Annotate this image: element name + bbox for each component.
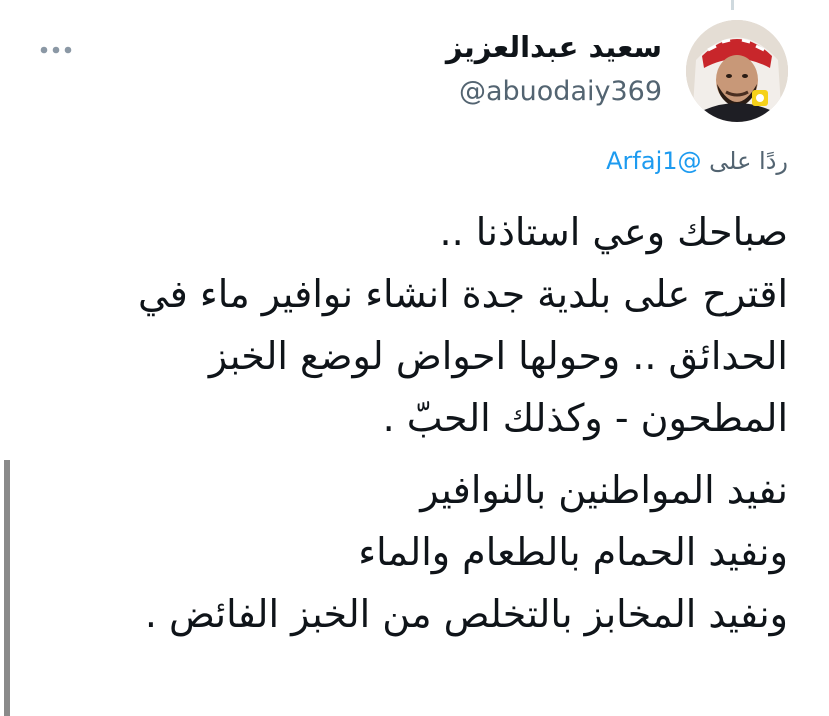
tweet-line: ونفيد المخابز بالتخلص من الخبز الفائض . [144,592,788,636]
more-horizontal-icon[interactable] [38,40,74,60]
author-handle[interactable]: @abuodaiy369 [459,76,662,107]
left-edge-bar [4,460,10,716]
author-display-name[interactable]: سعيد عبدالعزيز [446,30,662,64]
profile-photo-icon [686,20,788,122]
tweet-paragraph: نفيد المواطنين بالنوافير ونفيد الحمام با… [98,459,788,645]
tweet-line: نفيد المواطنين بالنوافير [420,468,788,512]
avatar[interactable] [686,20,788,122]
tweet-line: صباحك وعي استاذنا .. [439,210,788,254]
replying-to: ردًا على @Arfaj1 [606,147,788,175]
tweet-line: ونفيد الحمام بالطعام والماء [358,530,788,574]
reply-mention-link[interactable]: @Arfaj1 [606,147,701,175]
tweet-paragraph: صباحك وعي استاذنا .. اقترح على بلدية جدة… [98,201,788,449]
tweet-text: صباحك وعي استاذنا .. اقترح على بلدية جدة… [98,201,788,645]
tweet-line: اقترح على بلدية جدة انشاء نوافير ماء في [137,272,788,316]
tweet-line: الحدائق .. وحولها احواض لوضع الخبز [208,334,788,378]
thread-connector-line [731,0,734,10]
tweet-line: المطحون - وكذلك الحبّ . [382,396,788,440]
replying-to-label: ردًا على [709,147,788,175]
